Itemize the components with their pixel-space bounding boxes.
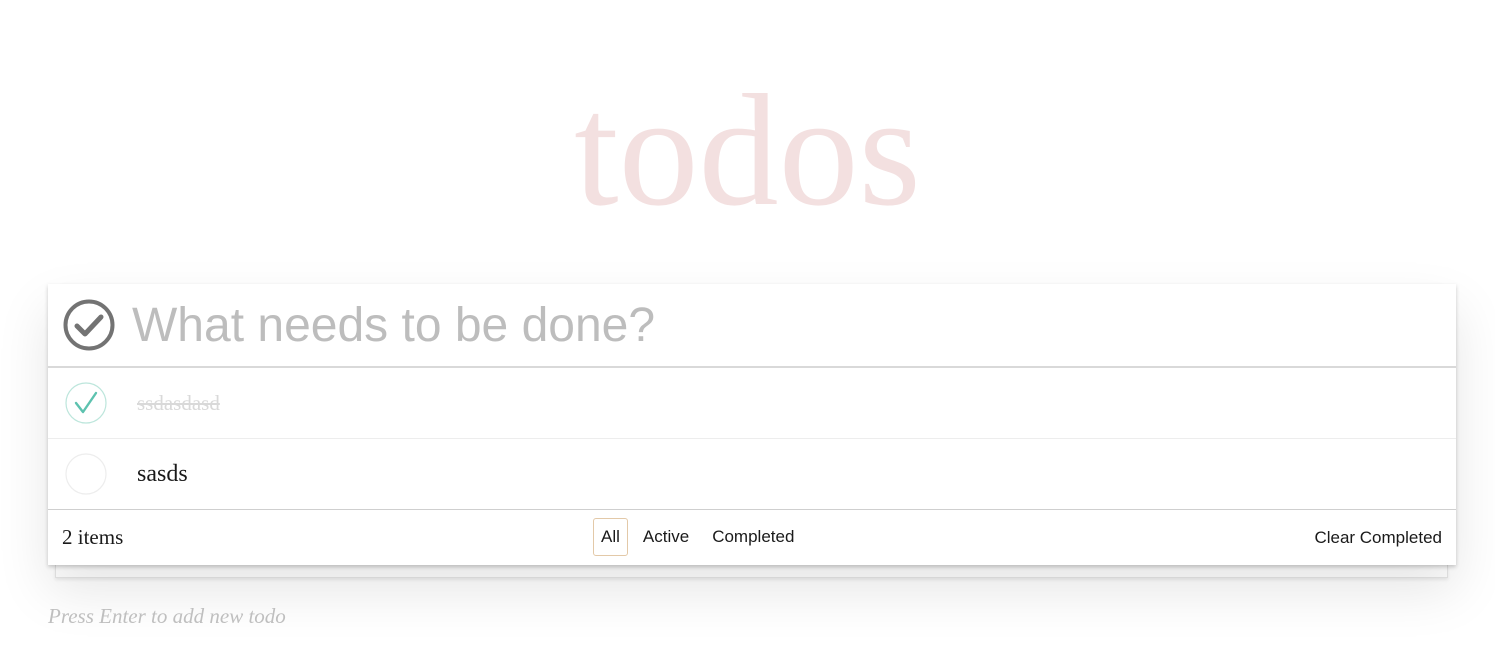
card-stack-shadow: [55, 564, 1448, 578]
todo-item-label[interactable]: sasds: [137, 439, 188, 509]
todo-item[interactable]: sasds: [48, 439, 1456, 510]
filter-completed-button[interactable]: Completed: [704, 518, 802, 556]
items-count: 2 items: [62, 525, 124, 549]
filter-active-button[interactable]: Active: [635, 518, 697, 556]
todo-card: ssdasdasd sasds 2 items All Active Compl…: [48, 284, 1456, 565]
empty-circle-icon[interactable]: [65, 453, 107, 495]
check-circle-icon[interactable]: [62, 298, 116, 352]
todo-item[interactable]: ssdasdasd: [48, 368, 1456, 439]
hint-text: Press Enter to add new todo: [48, 604, 286, 628]
checked-circle-icon[interactable]: [65, 382, 107, 424]
clear-completed-button[interactable]: Clear Completed: [1314, 510, 1442, 565]
new-todo-input[interactable]: [132, 292, 1432, 358]
filter-all-button[interactable]: All: [593, 518, 628, 556]
filter-group: All Active Completed: [593, 518, 809, 556]
todo-header: [48, 284, 1456, 368]
todo-item-label[interactable]: ssdasdasd: [137, 368, 220, 438]
app-title: todos: [574, 61, 921, 239]
todo-footer: 2 items All Active Completed Clear Compl…: [48, 510, 1456, 565]
